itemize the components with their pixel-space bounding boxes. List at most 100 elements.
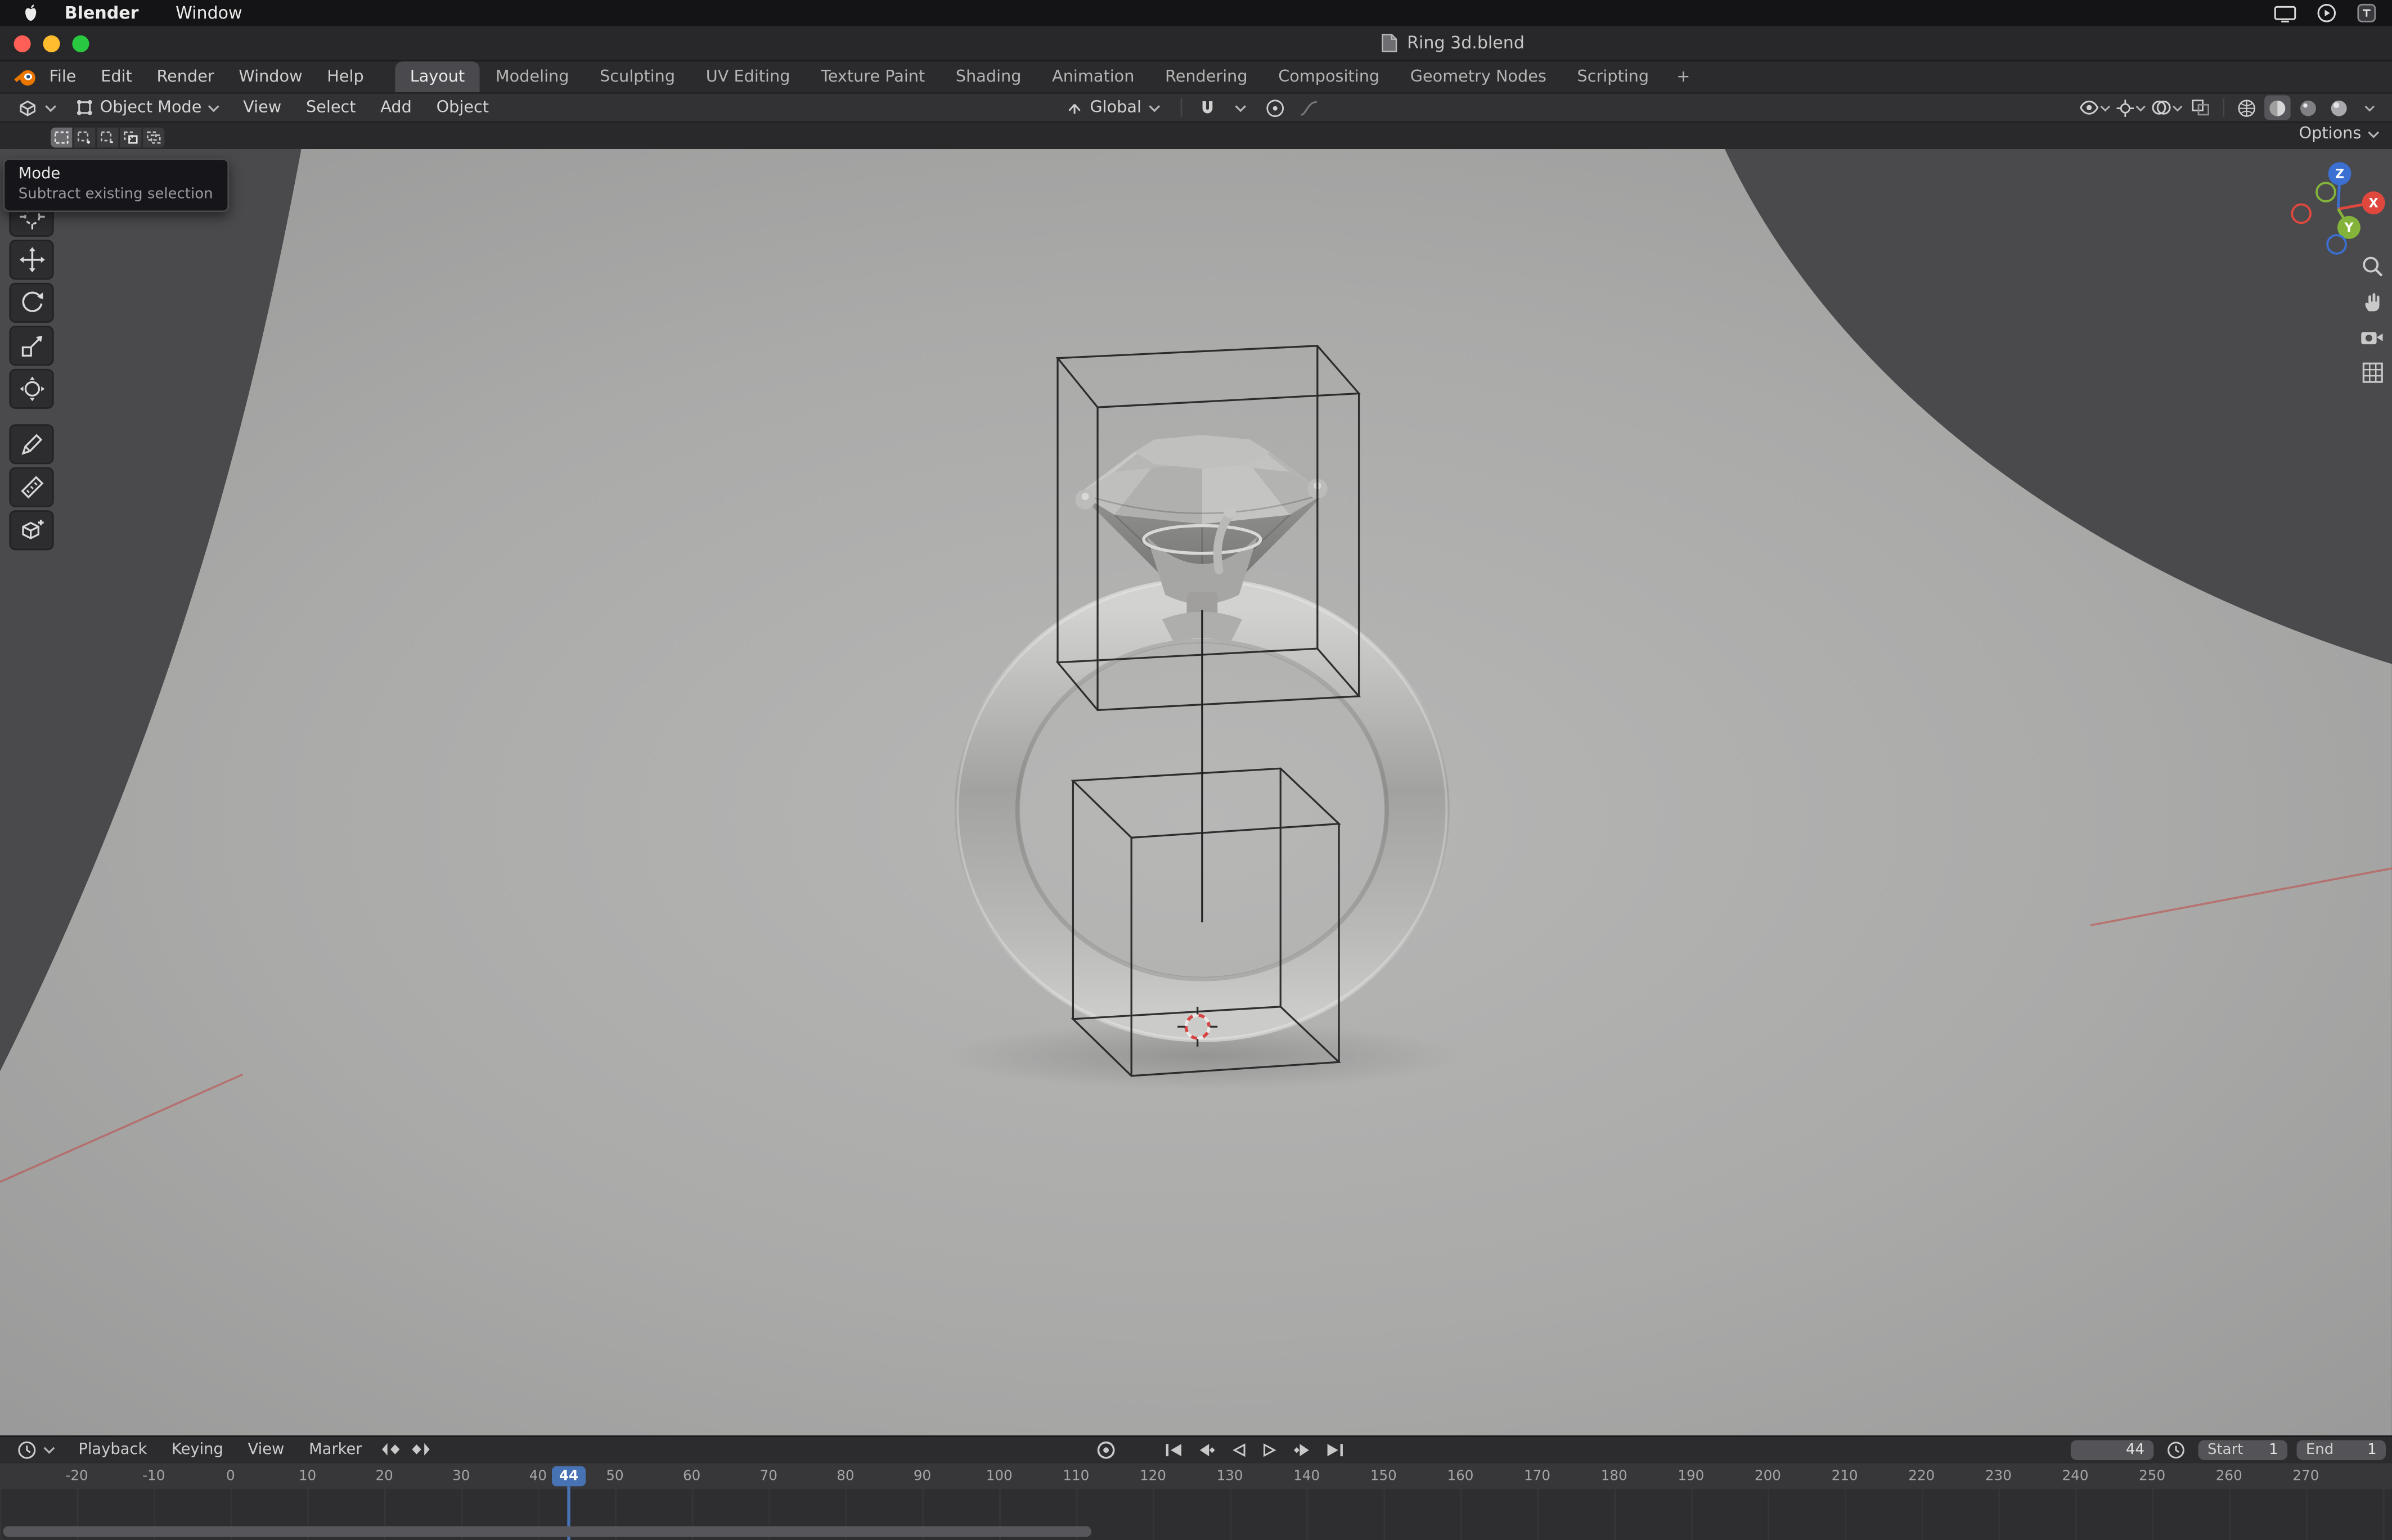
viewport-menu-item[interactable]: Object	[424, 93, 501, 122]
ruler-tick-label: 270	[2292, 1469, 2319, 1485]
orientation-icon	[1068, 103, 1081, 114]
control-center-icon[interactable]	[2317, 3, 2337, 23]
playhead-frame-badge[interactable]: 44	[552, 1466, 586, 1487]
play-reverse-button[interactable]	[1225, 1437, 1251, 1462]
workspace-tab[interactable]: UV Editing	[690, 61, 805, 92]
minimize-window-button[interactable]	[43, 35, 60, 52]
transform-orientation-dropdown[interactable]: Global	[1058, 97, 1167, 118]
frame-start-field[interactable]: Start 1	[2198, 1439, 2288, 1460]
blender-logo-icon[interactable]	[12, 67, 37, 87]
select-mode-intersect-button[interactable]	[143, 127, 165, 147]
workspace-tab[interactable]: Geometry Nodes	[1395, 61, 1562, 92]
tool-annotate[interactable]	[9, 424, 54, 465]
frame-end-field[interactable]: End 1	[2296, 1439, 2386, 1460]
workspace-tab[interactable]: Texture Paint	[806, 61, 941, 92]
jump-next-keyframe-button[interactable]	[407, 1437, 433, 1462]
navigation-gizmo[interactable]: Z X Y	[2281, 152, 2392, 266]
ruler-tick-label: 50	[606, 1469, 624, 1485]
play-button[interactable]	[1257, 1437, 1283, 1462]
timeline-menu-item[interactable]: Playback	[66, 1437, 160, 1462]
jump-prev-keyframe-button[interactable]	[377, 1437, 403, 1462]
current-frame-field[interactable]: 44	[2070, 1439, 2154, 1460]
timeline-menu-item[interactable]: View	[236, 1437, 297, 1462]
viewport-3d[interactable]: Mode Subtract existing selection Z X Y	[0, 149, 2392, 1436]
close-window-button[interactable]	[14, 35, 31, 52]
camera-view-button[interactable]	[2358, 325, 2386, 350]
select-mode-set-button[interactable]	[51, 127, 73, 147]
proportional-falloff-dropdown[interactable]	[1295, 95, 1321, 120]
timeline-menu-item[interactable]: Marker	[296, 1437, 374, 1462]
gizmo-axis-z-negative[interactable]	[2326, 234, 2347, 255]
gizmo-axis-y-negative[interactable]	[2315, 182, 2336, 202]
options-dropdown[interactable]: Options	[2299, 124, 2380, 143]
timeline-track[interactable]	[0, 1486, 2392, 1540]
mode-dropdown[interactable]: Object Mode	[68, 97, 228, 118]
add-workspace-button[interactable]: +	[1664, 67, 1702, 86]
proportional-editing-button[interactable]	[1261, 95, 1287, 120]
workspace-tab[interactable]: Compositing	[1263, 61, 1395, 92]
menubar-window-menu[interactable]: Window	[176, 3, 242, 23]
workspace-tab[interactable]: Animation	[1037, 61, 1150, 92]
workspace-tab[interactable]: Layout	[394, 61, 480, 92]
object-visibility-dropdown[interactable]	[2078, 95, 2110, 120]
viewport-menu-item[interactable]: Select	[294, 93, 368, 122]
next-keyframe-button[interactable]	[1290, 1437, 1316, 1462]
use-preview-range-button[interactable]	[2163, 1437, 2189, 1462]
snap-toggle-button[interactable]	[1194, 95, 1220, 120]
timeline-scrollbar[interactable]	[3, 1526, 1092, 1537]
zoom-button[interactable]	[2358, 254, 2386, 280]
workspace-tab[interactable]: Rendering	[1150, 61, 1263, 92]
ruler-tick-label: 160	[1447, 1469, 1474, 1485]
chevron-down-icon	[208, 104, 220, 111]
snap-settings-dropdown[interactable]	[1228, 95, 1253, 120]
tool-rotate[interactable]	[9, 282, 54, 323]
viewport-menu-item[interactable]: Add	[368, 93, 424, 122]
tool-move[interactable]	[9, 240, 54, 280]
auto-keying-button[interactable]	[1093, 1437, 1119, 1462]
select-mode-invert-button[interactable]	[120, 127, 142, 147]
topbar-menu-item[interactable]: File	[37, 61, 89, 92]
zoom-window-button[interactable]	[72, 35, 89, 52]
xray-toggle-button[interactable]	[2187, 95, 2213, 120]
tool-measure[interactable]	[9, 467, 54, 507]
tool-transform[interactable]	[9, 368, 54, 409]
pan-button[interactable]	[2358, 289, 2386, 315]
menubar-app-menu[interactable]: Blender	[65, 3, 139, 23]
timeline-editor-type-dropdown[interactable]	[9, 1438, 63, 1461]
timeline-menu-item[interactable]: Keying	[159, 1437, 236, 1462]
app-badge-icon[interactable]	[2357, 3, 2377, 23]
jump-to-start-button[interactable]	[1161, 1437, 1186, 1462]
shading-material-button[interactable]	[2295, 95, 2321, 120]
tool-add-cube[interactable]	[9, 510, 54, 551]
topbar-menu-item[interactable]: Render	[145, 61, 227, 92]
shading-dropdown[interactable]	[2357, 95, 2382, 120]
wireframe-shading-icon	[2238, 99, 2255, 116]
display-status-icon[interactable]	[2274, 4, 2297, 22]
topbar-menu-item[interactable]: Help	[314, 61, 376, 92]
shading-solid-button[interactable]	[2264, 95, 2291, 120]
timeline-ruler[interactable]: 44 -20 -10 0 10 20 30 40 50 60 70 80 90 100 110 120 130…	[0, 1461, 2392, 1489]
gizmos-dropdown[interactable]	[2115, 95, 2146, 120]
shading-wireframe-button[interactable]	[2233, 95, 2259, 120]
workspace-tab[interactable]: Sculpting	[584, 61, 691, 92]
tool-scale[interactable]	[9, 326, 54, 366]
select-mode-subtract-button[interactable]	[97, 127, 119, 147]
topbar-menu-item[interactable]: Edit	[88, 61, 144, 92]
viewport-menu-item[interactable]: View	[231, 93, 294, 122]
jump-to-end-button[interactable]	[1322, 1437, 1348, 1462]
viewport-canvas[interactable]	[0, 149, 2392, 1436]
apple-menu-icon[interactable]	[21, 2, 40, 24]
overlays-dropdown[interactable]	[2151, 95, 2183, 120]
prev-keyframe-button[interactable]	[1193, 1437, 1219, 1462]
orthographic-toggle-button[interactable]	[2358, 359, 2386, 385]
shading-rendered-button[interactable]	[2326, 95, 2351, 120]
editor-type-dropdown[interactable]	[9, 96, 64, 119]
play-reverse-icon	[1233, 1442, 1246, 1456]
topbar-menu-item[interactable]: Window	[227, 61, 315, 92]
magnet-icon	[1202, 100, 1212, 113]
workspace-tab[interactable]: Shading	[941, 61, 1037, 92]
select-mode-extend-button[interactable]	[74, 127, 96, 147]
gizmo-axis-x-negative[interactable]	[2291, 203, 2312, 224]
workspace-tab[interactable]: Scripting	[1562, 61, 1664, 92]
workspace-tab[interactable]: Modeling	[480, 61, 584, 92]
